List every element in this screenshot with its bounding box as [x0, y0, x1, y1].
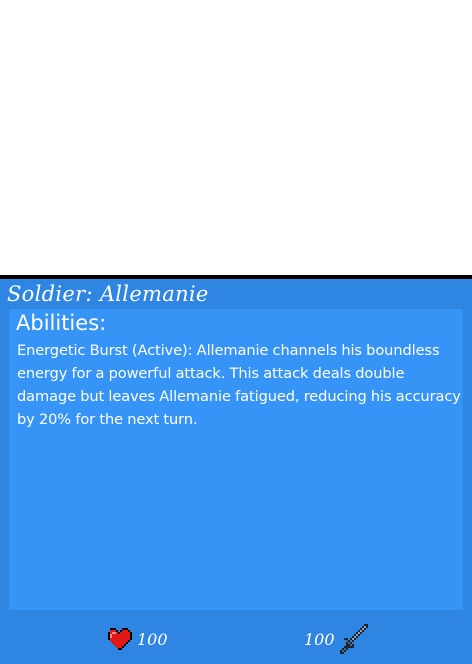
attack-value: 100	[304, 629, 335, 649]
sword-icon	[336, 622, 370, 656]
health-value: 100	[137, 629, 168, 649]
attack-stat: 100	[304, 622, 370, 656]
health-stat: 100	[104, 622, 168, 656]
character-card: Soldier: Allemanie Abilities: Energetic …	[0, 275, 472, 664]
heart-icon	[104, 624, 134, 654]
abilities-panel: Abilities: Energetic Burst (Active): All…	[9, 309, 463, 610]
abilities-heading: Abilities:	[16, 311, 107, 335]
character-name: Soldier: Allemanie	[7, 282, 209, 306]
ability-description: Energetic Burst (Active): Allemanie chan…	[17, 342, 461, 428]
